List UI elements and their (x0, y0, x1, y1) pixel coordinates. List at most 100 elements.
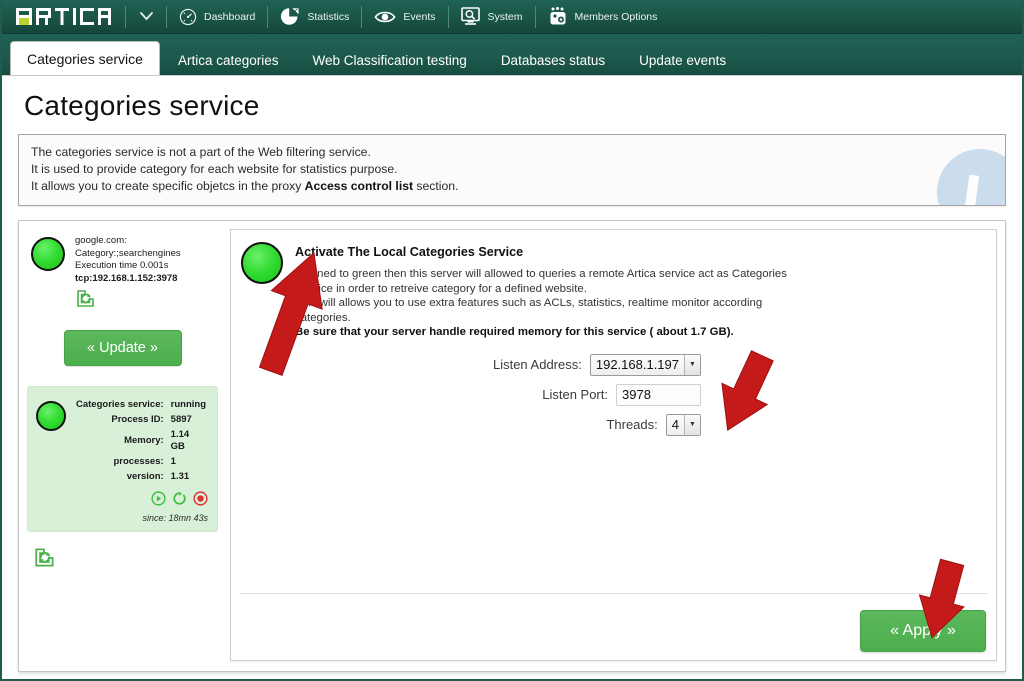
desc-line-2: Service in order to retreive category fo… (295, 282, 587, 295)
restart-service-icon[interactable] (172, 491, 187, 511)
nav-label: Events (403, 10, 436, 23)
info-line-3-pre: It allows you to create specific objetcs… (31, 179, 305, 193)
status-key: version: (126, 470, 164, 482)
refresh-sync-icon[interactable] (75, 288, 181, 314)
lookup-execution-time: Execution time 0.001s (75, 260, 169, 271)
chevron-down-icon: ▼ (684, 414, 700, 435)
gauge-icon (179, 8, 197, 26)
service-status-table: Categories service: running Process ID: … (74, 397, 208, 486)
threads-row: Threads: 4 ▼ (231, 413, 701, 436)
tab-update-events[interactable]: Update events (623, 45, 742, 75)
app-window: Dashboard Statistics Events System Membe… (0, 0, 1024, 681)
tab-databases-status[interactable]: Databases status (485, 45, 621, 75)
service-uptime: since: 18mn 43s (142, 512, 209, 523)
nav-item-events[interactable]: Events (362, 0, 447, 34)
status-value: 1.14 GB (170, 428, 190, 452)
tab-label: Web Classification testing (312, 52, 467, 68)
table-row: processes: 1 (76, 456, 206, 469)
status-key: processes: (113, 455, 164, 467)
main-card: google.com: Category:;searchengines Exec… (18, 220, 1006, 672)
activate-toggle-dot[interactable] (241, 242, 283, 284)
threads-label: Threads: (606, 417, 658, 433)
nav-item-members-options[interactable]: Members Options (536, 0, 670, 34)
settings-form: Listen Address: 192.168.1.197 ▼ Listen P… (231, 353, 996, 436)
info-line-3: It allows you to create specific objetcs… (31, 178, 993, 194)
tab-label: Update events (639, 52, 727, 68)
status-key: Process ID: (111, 413, 164, 425)
status-key: Categories service: (76, 398, 164, 410)
threads-select[interactable]: 4 ▼ (665, 413, 701, 436)
status-value: 5897 (170, 413, 192, 425)
artica-logo[interactable] (12, 8, 125, 25)
status-value: 1.31 (170, 470, 190, 482)
footer-divider (239, 593, 988, 594)
nav-label: Statistics (307, 10, 350, 23)
tab-bar: Categories service Artica categories Web… (2, 34, 1022, 76)
listen-address-row: Listen Address: 192.168.1.197 ▼ (231, 353, 701, 376)
desc-line-1: if turned to green then this server will… (295, 268, 787, 280)
nav-label: Dashboard (204, 10, 256, 23)
listen-port-row: Listen Port: (231, 383, 701, 406)
tab-web-classification-testing[interactable]: Web Classification testing (296, 45, 482, 75)
nav-label: Members Options (574, 10, 658, 23)
table-row: Categories service: running (76, 399, 206, 412)
info-line-3-bold: Access control list (304, 179, 414, 193)
listen-address-label: Listen Address: (492, 357, 582, 373)
desc-line-3: This will allows you to use extra featur… (295, 297, 763, 310)
service-action-buttons (74, 490, 208, 511)
chevron-down-icon: ▼ (684, 354, 700, 375)
tab-label: Databases status (500, 52, 606, 68)
lookup-domain: google.com: (75, 235, 127, 246)
listen-address-value: 192.168.1.197 (595, 357, 679, 373)
nav-item-dashboard[interactable]: Dashboard (167, 0, 267, 34)
stop-service-icon[interactable] (193, 490, 208, 511)
left-column: google.com: Category:;searchengines Exec… (19, 221, 226, 671)
artica-logo-mark (16, 8, 111, 25)
info-line-2: It is used to provide category for each … (31, 162, 398, 176)
listen-port-input[interactable] (616, 383, 701, 406)
status-value: running (170, 398, 207, 410)
info-box: The categories service is not a part of … (18, 134, 1006, 206)
start-service-icon[interactable] (151, 490, 166, 511)
green-status-dot (31, 237, 65, 271)
top-navigation-bar: Dashboard Statistics Events System Membe… (2, 0, 1022, 34)
lookup-result-block: google.com: Category:;searchengines Exec… (25, 227, 220, 314)
table-row: Process ID: 5897 (76, 414, 206, 427)
nav-menu-toggle[interactable] (126, 0, 166, 34)
page-title: Categories service (24, 90, 260, 121)
tab-label: Categories service (27, 50, 143, 67)
lookup-category: Category:;searchengines (75, 248, 181, 261)
nav-label: System (487, 10, 523, 23)
activate-service-panel: Activate The Local Categories Service if… (230, 229, 997, 661)
tab-categories-service[interactable]: Categories service (10, 41, 160, 75)
nav-item-statistics[interactable]: Statistics (268, 0, 361, 34)
nav-item-system[interactable]: System (449, 0, 535, 34)
refresh-sync-icon[interactable] (33, 546, 220, 574)
info-line-3-post: section. (413, 179, 459, 193)
listen-port-label: Listen Port: (542, 387, 608, 403)
desc-line-5: Be sure that your server handle required… (295, 326, 734, 339)
pie-chart-icon (280, 7, 300, 26)
tab-label: Artica categories (177, 52, 279, 68)
eye-icon (374, 9, 396, 25)
desc-line-4: categories. (295, 311, 351, 324)
monitor-search-icon (460, 7, 481, 26)
table-row: version: 1.31 (76, 471, 206, 484)
chevron-down-icon (139, 12, 153, 21)
members-icon (548, 7, 568, 26)
lookup-category-value: Category:;searchengines (75, 247, 181, 259)
update-button[interactable]: « Update » (63, 329, 182, 366)
status-value: 1 (170, 455, 176, 467)
activate-title: Activate The Local Categories Service (295, 245, 524, 259)
lookup-result-text: google.com: Category:;searchengines Exec… (75, 235, 181, 314)
threads-value: 4 (671, 417, 679, 433)
service-status-box: Categories service: running Process ID: … (27, 385, 218, 532)
apply-button[interactable]: « Apply » (860, 610, 986, 652)
green-status-dot (36, 400, 66, 431)
listen-address-select[interactable]: 192.168.1.197 ▼ (589, 353, 701, 376)
table-row: Memory: 1.14 GB (76, 429, 206, 454)
status-key: Memory: (124, 434, 164, 446)
activate-header: Activate The Local Categories Service if… (231, 230, 996, 340)
activate-description: if turned to green then this server will… (295, 267, 982, 340)
tab-artica-categories[interactable]: Artica categories (162, 45, 295, 75)
